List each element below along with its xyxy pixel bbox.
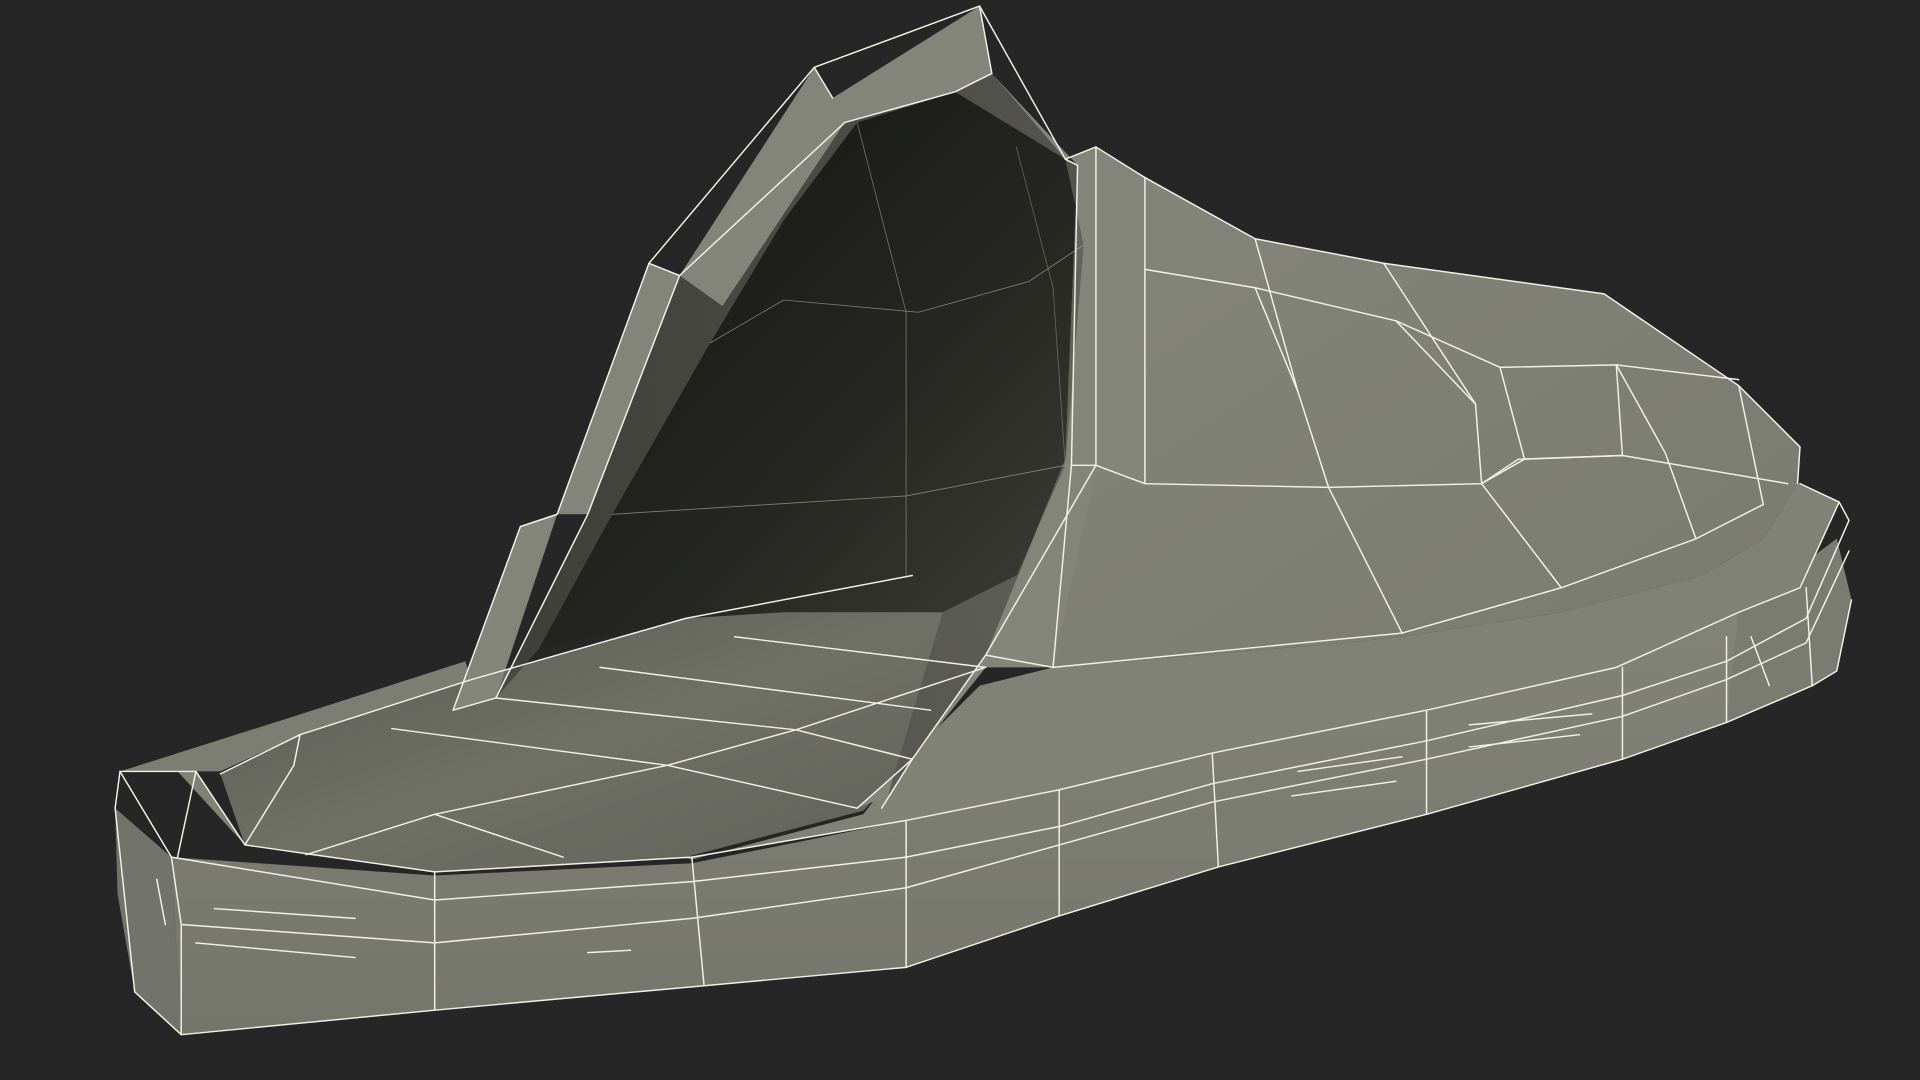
- slipper-model: [114, 5, 1853, 1036]
- render-viewport: [0, 0, 1920, 1080]
